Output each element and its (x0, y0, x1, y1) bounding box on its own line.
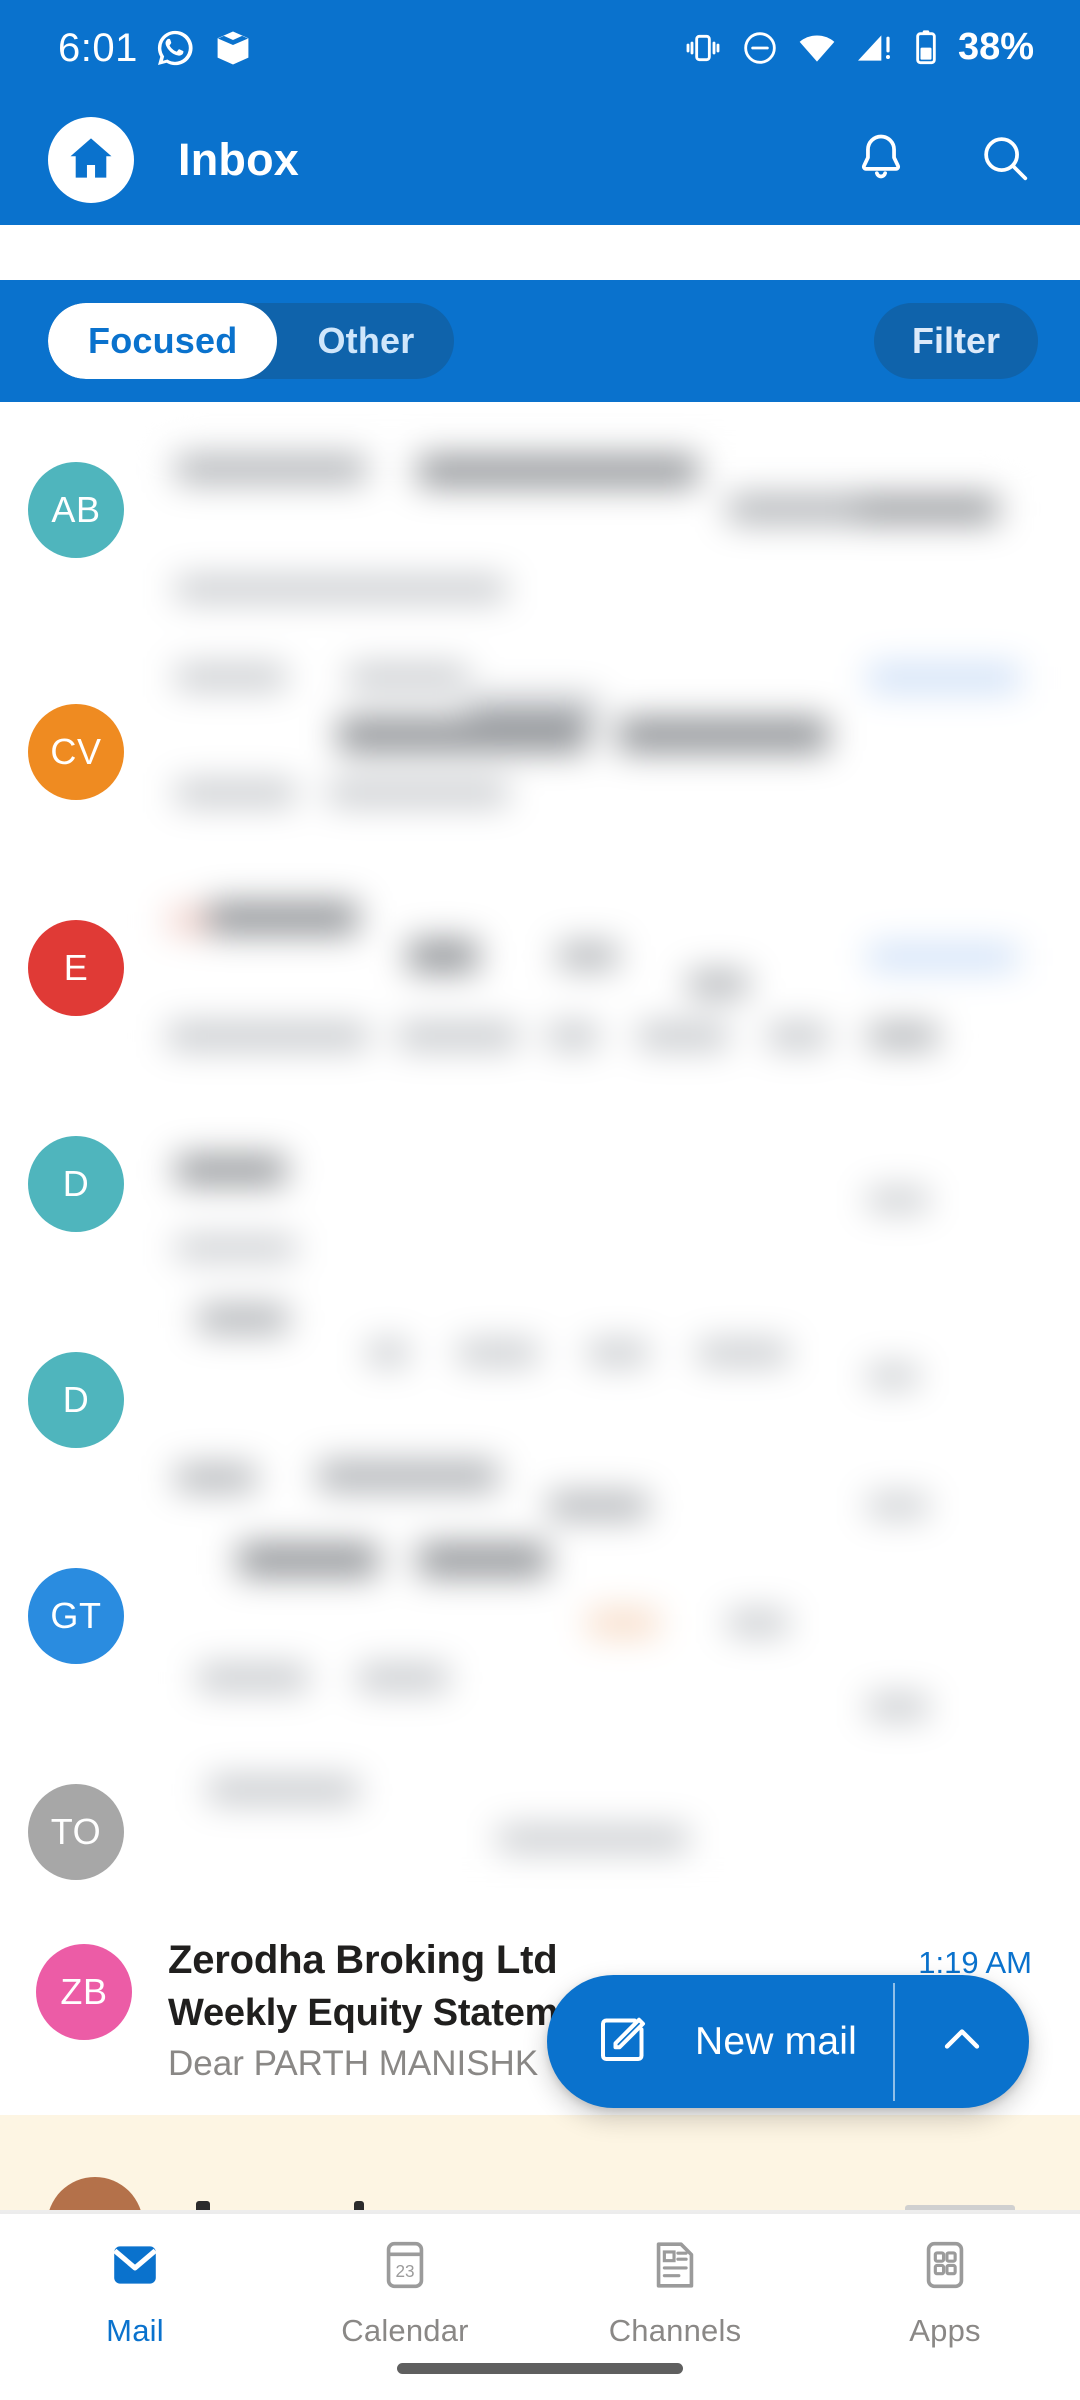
message-list[interactable]: AB CV E D D GT TO ZB Zerodha Broking Ltd… (0, 402, 1080, 2212)
channels-icon (646, 2236, 704, 2299)
app-bar-actions (848, 127, 1038, 193)
blurred-content (168, 440, 1020, 1900)
avatar[interactable]: CV (28, 704, 124, 800)
package-icon (212, 27, 254, 69)
filter-bar: Focused Other Filter (0, 280, 1080, 402)
compose-icon (593, 2009, 653, 2074)
whatsapp-icon (154, 27, 196, 69)
nav-label-mail: Mail (106, 2313, 164, 2348)
status-time: 6:01 (58, 25, 138, 70)
do-not-disturb-icon (740, 28, 780, 68)
nav-label-apps: Apps (909, 2313, 981, 2348)
avatar[interactable]: E (28, 920, 124, 1016)
fab-expand-button[interactable] (895, 2011, 1029, 2072)
new-mail-fab[interactable]: New mail (547, 1975, 1029, 2108)
nav-item-calendar[interactable]: 23 Calendar (270, 2236, 540, 2349)
home-button[interactable] (48, 117, 134, 203)
avatar[interactable]: ZB (36, 1944, 132, 2040)
status-bar-left: 6:01 (58, 27, 254, 69)
avatar[interactable] (47, 2177, 143, 2212)
status-bar-right: 38% (683, 26, 1034, 69)
battery-icon (911, 28, 941, 68)
bottom-navigation: Mail 23 Calendar Channels Apps (0, 2212, 1080, 2400)
gesture-bar[interactable] (397, 2363, 683, 2374)
avatar-cell: ZB (0, 1938, 168, 2084)
avatar[interactable]: D (28, 1352, 124, 1448)
message-sender: Zerodha Broking Ltd (168, 1938, 558, 1982)
avatar[interactable]: D (28, 1136, 124, 1232)
avatar[interactable]: GT (28, 1568, 124, 1664)
message-row-flagged[interactable] (0, 2115, 1080, 2212)
new-mail-label: New mail (695, 2019, 857, 2063)
calendar-icon: 23 (376, 2236, 434, 2299)
search-button[interactable] (972, 127, 1038, 193)
home-icon (64, 131, 118, 190)
new-mail-button[interactable]: New mail (547, 2009, 893, 2074)
nav-label-channels: Channels (608, 2313, 742, 2348)
focused-other-toggle: Focused Other (48, 303, 455, 379)
redacted-messages-region[interactable]: AB CV E D D GT TO (0, 402, 1080, 1902)
filter-button[interactable]: Filter (873, 303, 1038, 379)
nav-item-mail[interactable]: Mail (0, 2236, 270, 2349)
nav-label-calendar: Calendar (341, 2313, 469, 2348)
wifi-icon (797, 28, 837, 68)
cellular-signal-alert-icon (854, 28, 894, 68)
avatar[interactable]: AB (28, 462, 124, 558)
nav-item-apps[interactable]: Apps (810, 2236, 1080, 2349)
notifications-button[interactable] (848, 127, 914, 193)
tab-other[interactable]: Other (277, 303, 454, 379)
battery-percent: 38% (957, 26, 1034, 68)
avatar[interactable]: TO (28, 1784, 124, 1880)
status-bar: 6:01 38% (0, 0, 1080, 95)
search-icon (976, 129, 1034, 192)
svg-text:23: 23 (395, 2261, 414, 2281)
app-bar: Inbox (0, 95, 1080, 225)
vibrate-icon (683, 28, 723, 68)
outlook-mobile-screen: 6:01 38% Inbox Focused Other Filter AB C… (0, 0, 1080, 2400)
avatar-column: AB CV E D D GT TO (0, 402, 168, 1902)
nav-item-channels[interactable]: Channels (540, 2236, 810, 2349)
bell-icon (852, 129, 910, 192)
tab-focused[interactable]: Focused (48, 303, 278, 379)
mail-icon (106, 2236, 164, 2299)
chevron-up-icon (934, 2011, 990, 2072)
avatar-initials: ZB (60, 1971, 108, 2012)
page-title: Inbox (178, 134, 299, 185)
apps-icon (916, 2236, 974, 2299)
